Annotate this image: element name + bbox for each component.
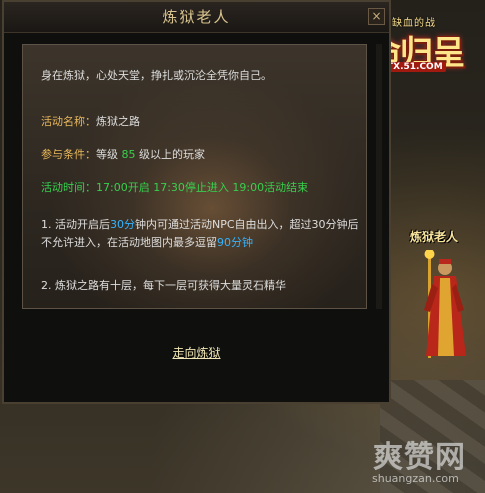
npc-dialog-window: 炼狱老人 × 身在炼狱，心处天堂，挣扎或沉沦全凭你自己。 活动名称：炼狱之路 参… [2, 0, 391, 404]
dialog-scrollbar[interactable] [376, 44, 382, 309]
activity-name-label: 活动名称： [41, 115, 96, 128]
condition-level: 85 [121, 148, 136, 161]
watermark-url: shuangzan.com [372, 472, 459, 485]
rule-1-stay: 90分钟 [217, 236, 253, 249]
dialog-title-bar[interactable]: 炼狱老人 × [4, 2, 389, 33]
activity-name-value: 炼狱之路 [96, 115, 140, 128]
npc-staff-orb [424, 250, 435, 259]
time-value: 17:00开启 17:30停止进入 19:00活动结束 [96, 181, 309, 194]
watermark-logo: 爽赞网 [373, 440, 466, 475]
npc-hat [439, 259, 451, 264]
condition-label: 参与条件： [41, 148, 96, 161]
rule-2: 2. 炼狱之路有十层，每下一层可获得大量灵石精华 [41, 279, 286, 292]
time-label: 活动时间： [41, 181, 96, 194]
rule-1-prefix: 1. 活动开启后 [41, 218, 110, 231]
condition-row: 参与条件：等级 85 级以上的玩家 [41, 146, 205, 162]
time-row: 活动时间：17:00开启 17:30停止进入 19:00活动结束 [41, 179, 308, 195]
npc-character[interactable] [412, 250, 472, 360]
npc-name-label: 炼狱老人 [410, 230, 459, 244]
condition-prefix: 等级 [96, 148, 122, 161]
activity-name-row: 活动名称：炼狱之路 [41, 113, 140, 129]
close-button[interactable]: × [368, 8, 385, 25]
condition-suffix: 级以上的玩家 [135, 148, 205, 161]
dialog-content-panel: 身在炼狱，心处天堂，挣扎或沉沦全凭你自己。 活动名称：炼狱之路 参与条件：等级 … [22, 44, 367, 309]
dialog-title: 炼狱老人 [162, 8, 231, 26]
logo-url: TX.51.COM [384, 62, 446, 72]
rule-1-minutes: 30分 [110, 218, 135, 231]
intro-text: 身在炼狱，心处天堂，挣扎或沉沦全凭你自己。 [41, 69, 272, 82]
go-to-purgatory-link[interactable]: 走向炼狱 [4, 344, 389, 361]
rule-1: 1. 活动开启后30分钟内可通过活动NPC自由出入，超过30分钟后不允许进入，在… [41, 216, 359, 252]
